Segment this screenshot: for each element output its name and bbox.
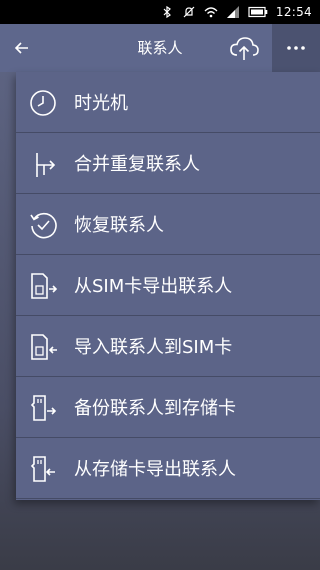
more-button[interactable] <box>272 24 320 72</box>
battery-icon <box>248 5 268 19</box>
menu-item-export-from-sdcard[interactable]: 从存储卡导出联系人 <box>16 438 320 499</box>
sdcard-backup-icon <box>26 391 60 425</box>
cloud-upload-icon <box>228 34 260 62</box>
menu-item-label: 导入联系人到SIM卡 <box>74 337 233 358</box>
menu-item-label: 恢复联系人 <box>74 215 164 236</box>
menu-item-label: 合并重复联系人 <box>74 154 200 175</box>
menu-item-time-machine[interactable]: 时光机 <box>16 72 320 133</box>
status-bar: 12:54 <box>0 0 320 24</box>
menu-item-backup-to-sdcard[interactable]: 备份联系人到存储卡 <box>16 377 320 438</box>
menu-item-label: 备份联系人到存储卡 <box>74 398 236 419</box>
menu-item-import-to-sim[interactable]: 导入联系人到SIM卡 <box>16 316 320 377</box>
sim-import-icon <box>26 330 60 364</box>
more-horizontal-icon <box>286 45 306 51</box>
arrow-left-icon <box>14 40 30 56</box>
sim-export-icon <box>26 269 60 303</box>
clock-icon <box>26 86 60 120</box>
menu-item-label: 从存储卡导出联系人 <box>74 459 236 480</box>
menu-item-label: 从SIM卡导出联系人 <box>74 276 233 297</box>
overflow-menu: 时光机 合并重复联系人 恢复联系人 从SIM卡导出联系人 导入联系人到SIM卡 … <box>16 72 320 500</box>
merge-icon <box>26 147 60 181</box>
cloud-sync-button[interactable] <box>228 34 260 62</box>
action-bar: 联系人 <box>0 24 320 72</box>
wifi-icon <box>204 5 218 19</box>
menu-item-merge-duplicates[interactable]: 合并重复联系人 <box>16 133 320 194</box>
signal-icon <box>226 5 240 19</box>
menu-item-restore-contacts[interactable]: 恢复联系人 <box>16 194 320 255</box>
bluetooth-icon <box>160 5 174 19</box>
menu-item-label: 时光机 <box>74 93 128 114</box>
sdcard-export-icon <box>26 452 60 486</box>
restore-icon <box>26 208 60 242</box>
mute-icon <box>182 5 196 19</box>
back-button[interactable] <box>10 36 34 60</box>
clock-time: 12:54 <box>275 5 312 19</box>
menu-item-export-from-sim[interactable]: 从SIM卡导出联系人 <box>16 255 320 316</box>
